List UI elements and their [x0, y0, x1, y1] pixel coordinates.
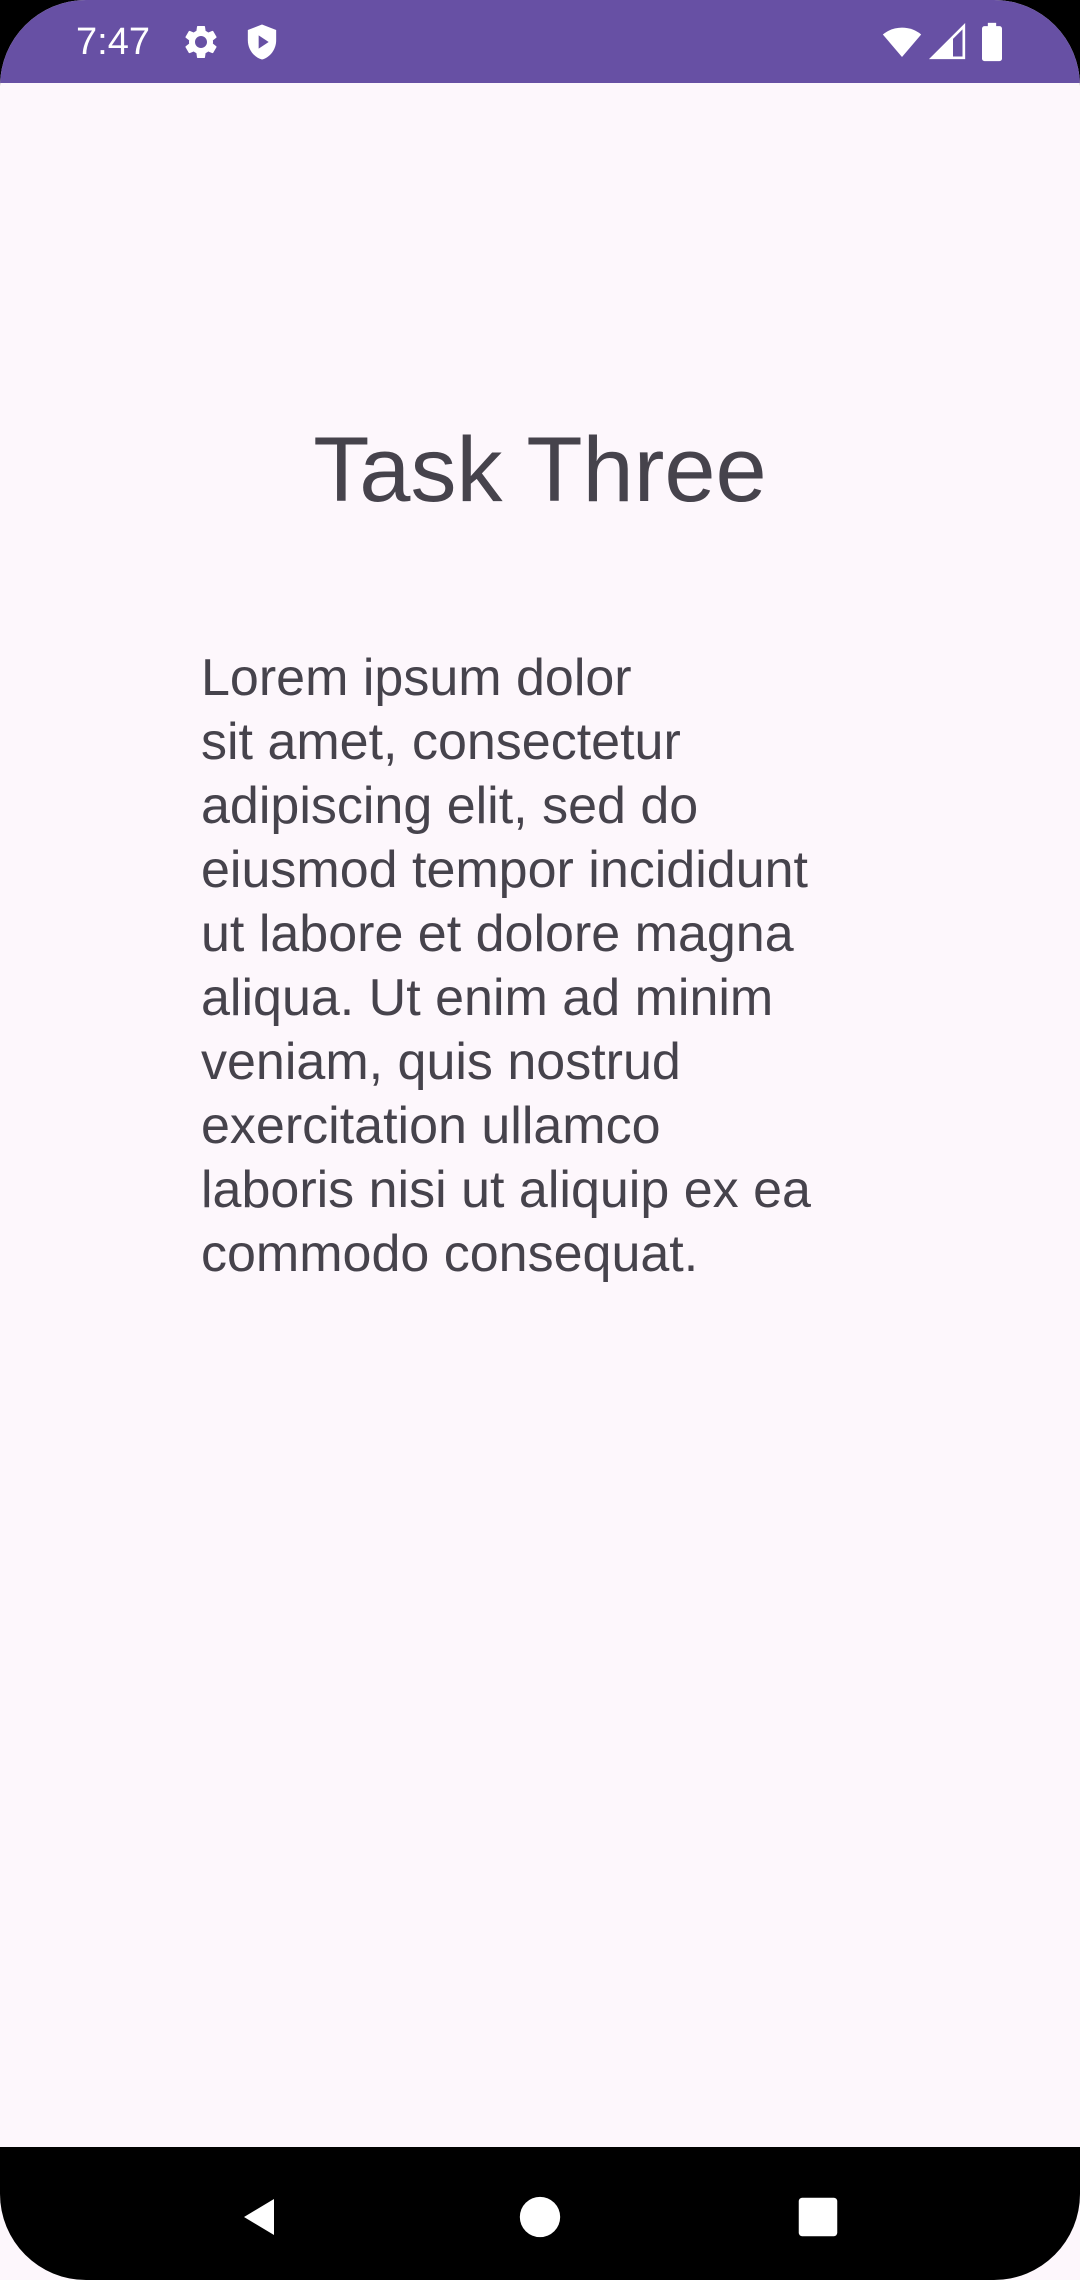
home-icon: [518, 2195, 562, 2239]
wifi-icon: [880, 22, 924, 62]
settings-icon: [181, 22, 221, 62]
page-title: Task Three: [313, 419, 767, 521]
shield-play-icon: [242, 22, 282, 62]
recents-icon: [797, 2196, 839, 2238]
status-bar: 7:47: [0, 0, 1080, 83]
battery-icon: [978, 22, 1006, 62]
back-icon: [236, 2193, 284, 2241]
body-text: Lorem ipsum dolor sit amet, consectetur …: [201, 649, 811, 1283]
app-screen: 7:47 Task Three Lorem ipsum dolor sit am…: [0, 0, 1080, 2280]
status-time: 7:47: [76, 21, 150, 63]
back-button[interactable]: [220, 2177, 300, 2257]
home-button[interactable]: [500, 2177, 580, 2257]
recents-button[interactable]: [778, 2177, 858, 2257]
cellular-signal-icon: [928, 22, 968, 62]
navigation-bar: [0, 2147, 1080, 2280]
